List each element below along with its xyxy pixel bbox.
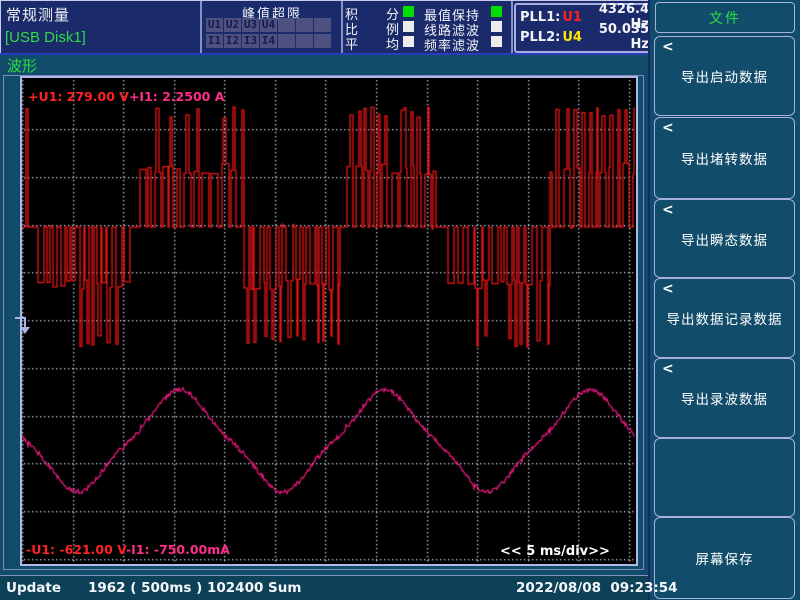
measurement-mode-title: 常规测量 bbox=[6, 4, 70, 25]
pll1-label: PLL1: bbox=[520, 10, 560, 25]
peak-cell-u3: U3 bbox=[242, 18, 259, 32]
export-startup-data-button[interactable]: < 导出启动数据 bbox=[654, 36, 795, 116]
button-label: 导出启动数据 bbox=[681, 66, 768, 86]
divider bbox=[0, 53, 648, 55]
button-label: 导出录波数据 bbox=[681, 388, 768, 408]
button-label: 导出数据记录数据 bbox=[667, 308, 783, 328]
empty-softkey-button[interactable] bbox=[654, 438, 795, 517]
usb-disk-status: [USB Disk1] bbox=[5, 29, 86, 46]
chevron-left-icon: < bbox=[662, 120, 675, 136]
export-waveform-data-button[interactable]: < 导出录波数据 bbox=[654, 358, 795, 438]
freq-filter-led bbox=[491, 36, 502, 47]
peak-cell-empty bbox=[278, 34, 295, 48]
update-label: Update bbox=[6, 580, 61, 596]
waveform-display bbox=[22, 78, 636, 564]
instrument-screen: 常规测量 [USB Disk1] 峰值超限 U1 U2 U3 U4 I1 I2 … bbox=[0, 0, 800, 600]
timebase-readout: << 5 ms/div>> bbox=[500, 544, 610, 559]
export-locked-rotor-data-button[interactable]: < 导出堵转数据 bbox=[654, 117, 795, 199]
i1-bottom-scale: -I1: -750.00mA bbox=[126, 542, 230, 557]
peak-cell-empty bbox=[314, 34, 331, 48]
u1-bottom-scale: -U1: -621.00 V bbox=[26, 542, 126, 557]
pll-status-box: PLL1: U1 4326.4 Hz PLL2: U4 50.035 Hz bbox=[514, 3, 655, 53]
toggle-label: 均 bbox=[386, 34, 399, 53]
button-label: 导出堵转数据 bbox=[681, 148, 768, 168]
toggle-label: 平 bbox=[345, 34, 358, 53]
peak-cell-u4: U4 bbox=[260, 18, 277, 32]
separator bbox=[341, 1, 343, 53]
export-datalog-data-button[interactable]: < 导出数据记录数据 bbox=[654, 278, 795, 358]
separator bbox=[200, 1, 202, 53]
u1-top-scale: +U1: 279.00 V bbox=[28, 89, 129, 104]
pll2-label: PLL2: bbox=[520, 30, 560, 45]
pll2-source: U4 bbox=[562, 30, 582, 45]
peak-cell-u1: U1 bbox=[206, 18, 223, 32]
export-transient-data-button[interactable]: < 导出瞬态数据 bbox=[654, 199, 795, 278]
chevron-left-icon: < bbox=[662, 202, 675, 218]
peak-cell-empty bbox=[278, 18, 295, 32]
separator bbox=[511, 1, 513, 53]
chevron-left-icon: < bbox=[662, 361, 675, 377]
peak-cell-i4: I4 bbox=[260, 34, 277, 48]
peak-cell-empty bbox=[314, 18, 331, 32]
pll2-row: PLL2: U4 50.035 Hz bbox=[520, 27, 649, 47]
peak-cell-u2: U2 bbox=[224, 18, 241, 32]
i1-top-scale: +I1: 2.2500 A bbox=[129, 89, 224, 104]
integration-led bbox=[403, 6, 414, 17]
scaling-led bbox=[403, 21, 414, 32]
average-led bbox=[403, 36, 414, 47]
toggle-row-scaling-linefilter: 比 例 线路滤波 bbox=[344, 19, 510, 34]
button-label: 屏幕保存 bbox=[696, 548, 754, 568]
peak-cell-i1: I1 bbox=[206, 34, 223, 48]
top-status-bar: 常规测量 [USB Disk1] 峰值超限 U1 U2 U3 U4 I1 I2 … bbox=[0, 0, 649, 54]
button-label: 导出瞬态数据 bbox=[681, 229, 768, 249]
pll2-frequency: 50.035 Hz bbox=[582, 22, 649, 52]
softkey-menu: 文件 < 导出启动数据 < 导出堵转数据 < 导出瞬态数据 < 导出数据记录数据 < 导出… bbox=[648, 0, 800, 600]
peak-cell-empty bbox=[296, 18, 313, 32]
trigger-marker-icon bbox=[13, 314, 33, 336]
freq-filter-label: 频率滤波 bbox=[424, 35, 480, 54]
pll1-source: U1 bbox=[562, 10, 582, 25]
max-hold-led bbox=[491, 6, 502, 17]
peak-over-limit-row-i: I1 I2 I3 I4 bbox=[206, 34, 331, 48]
waveform-panel-title: 波形 bbox=[7, 55, 37, 76]
menu-title-file: 文件 bbox=[655, 2, 795, 33]
scale-annotation-bottom: -U1: -621.00 V-I1: -750.00mA bbox=[26, 542, 230, 557]
peak-cell-empty bbox=[296, 34, 313, 48]
chevron-left-icon: < bbox=[662, 281, 675, 297]
peak-cell-i2: I2 bbox=[224, 34, 241, 48]
toggle-row-average-freqfilter: 平 均 频率滤波 bbox=[344, 34, 510, 49]
toggle-row-integration-maxhold: 积 分 最值保持 bbox=[344, 4, 510, 19]
datetime: 2022/08/08 09:23:54 bbox=[516, 580, 678, 596]
scale-annotation-top: +U1: 279.00 V+I1: 2.2500 A bbox=[28, 89, 224, 104]
chevron-left-icon: < bbox=[662, 39, 675, 55]
line-filter-led bbox=[491, 21, 502, 32]
update-counter: 1962 ( 500ms ) 102400 Sum bbox=[88, 580, 301, 596]
peak-over-limit-row-u: U1 U2 U3 U4 bbox=[206, 18, 331, 32]
bottom-status-bar: Update 1962 ( 500ms ) 102400 Sum 2022/08… bbox=[0, 575, 648, 600]
peak-cell-i3: I3 bbox=[242, 34, 259, 48]
